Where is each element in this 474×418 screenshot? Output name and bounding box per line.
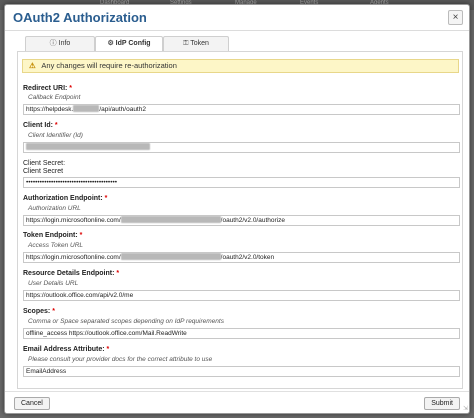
resource-details-endpoint-label: Resource Details Endpoint: * xyxy=(23,270,120,277)
client-secret-label: Client Secret: xyxy=(23,160,66,167)
token-endpoint-field[interactable]: https://login.microsoftonline.com/ /oauth… xyxy=(23,252,460,263)
dialog-title: OAuth2 Authorization xyxy=(13,10,147,25)
redacted-text xyxy=(120,216,221,223)
reauth-warning: ⚠ Any changes will require re-authorizat… xyxy=(22,59,459,73)
info-icon: ⓘ xyxy=(49,40,57,47)
scopes-hint: Comma or Space separated scopes dependin… xyxy=(28,318,224,325)
redirect-uri-hint: Callback Endpoint xyxy=(28,94,81,101)
scopes-field[interactable]: offline_access https://outlook.office.co… xyxy=(23,328,460,339)
tab-label: IdP Config xyxy=(115,40,151,47)
authorization-endpoint-suffix: /oauth2/v2.0/authorize xyxy=(220,217,285,224)
idp-config-panel: ⚠ Any changes will require re-authorizat… xyxy=(17,51,463,389)
token-endpoint-suffix: /oauth2/v2.0/token xyxy=(220,254,275,261)
tab-label: Token xyxy=(190,40,209,47)
redacted-text xyxy=(73,105,100,112)
scopes-label: Scopes: * xyxy=(23,308,55,315)
authorization-endpoint-label: Authorization Endpoint: * xyxy=(23,195,108,202)
tab-idp-config[interactable]: ⚙ IdP Config xyxy=(95,36,163,52)
authorization-endpoint-prefix: https://login.microsoftonline.com/ xyxy=(26,217,121,224)
redirect-uri-label: Redirect URI: * xyxy=(23,85,73,92)
authorization-endpoint-hint: Authorization URL xyxy=(28,205,81,212)
authorization-endpoint-field[interactable]: https://login.microsoftonline.com/ /oauth… xyxy=(23,215,460,226)
tab-label: Info xyxy=(58,40,71,47)
resource-details-endpoint-field[interactable]: https://outlook.office.com/api/v2.0/me xyxy=(23,290,460,301)
tab-info[interactable]: ⓘ Info xyxy=(25,36,95,51)
cancel-button[interactable]: Cancel xyxy=(14,397,50,410)
submit-button[interactable]: Submit xyxy=(424,397,460,410)
email-attribute-hint: Please consult your provider docs for th… xyxy=(28,356,213,363)
warning-text: Any changes will require re-authorizatio… xyxy=(41,61,177,70)
redirect-uri-suffix: /api/auth/oauth2 xyxy=(99,106,146,113)
redirect-uri-prefix: https://helpdesk. xyxy=(26,106,74,113)
token-endpoint-hint: Access Token URL xyxy=(28,242,84,249)
key-icon: ⚿ xyxy=(183,40,189,47)
close-icon: × xyxy=(452,12,459,23)
gear-icon: ⚙ xyxy=(107,40,114,47)
client-id-hint: Client Identifier (Id) xyxy=(28,132,83,139)
warning-icon: ⚠ xyxy=(29,61,36,70)
client-id-label: Client Id: * xyxy=(23,122,58,129)
redirect-uri-field[interactable]: https://helpdesk. /api/auth/oauth2 xyxy=(23,104,460,115)
email-attribute-label: Email Address Attribute: * xyxy=(23,346,110,353)
token-endpoint-label: Token Endpoint: * xyxy=(23,232,83,239)
resource-details-endpoint-hint: User Details URL xyxy=(28,280,79,287)
close-button[interactable]: × xyxy=(448,10,463,25)
email-attribute-field[interactable]: EmailAddress xyxy=(23,366,460,377)
oauth2-dialog: OAuth2 Authorization × ⓘ Info ⚙ IdP Conf… xyxy=(4,4,470,414)
redacted-text xyxy=(26,143,150,150)
redacted-text xyxy=(120,253,221,260)
resize-grip-icon[interactable]: ⇲ xyxy=(463,405,468,412)
tab-token[interactable]: ⚿ Token xyxy=(163,36,229,51)
client-secret-field[interactable]: •••••••••••••••••••••••••••••••••••••••• xyxy=(23,177,460,188)
token-endpoint-prefix: https://login.microsoftonline.com/ xyxy=(26,254,121,261)
dialog-footer: Cancel Submit xyxy=(5,391,469,413)
client-id-field[interactable] xyxy=(23,142,460,153)
client-secret-sublabel: Client Secret xyxy=(23,168,64,175)
dialog-titlebar[interactable]: OAuth2 Authorization × xyxy=(5,5,469,31)
